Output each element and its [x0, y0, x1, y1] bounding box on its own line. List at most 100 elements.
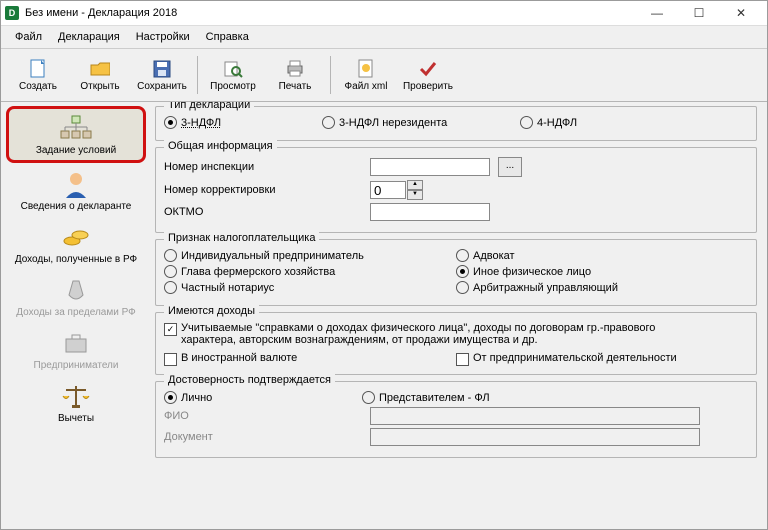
print-button[interactable]: Печать: [264, 53, 326, 97]
radio-notary[interactable]: Частный нотариус: [164, 281, 456, 294]
check-business[interactable]: От предпринимательской деятельности: [456, 352, 748, 366]
save-button[interactable]: Сохранить: [131, 53, 193, 97]
main-body: Задание условий Сведения о декларанте До…: [1, 102, 767, 529]
scales-icon: [59, 381, 93, 411]
minimize-button[interactable]: ―: [643, 4, 671, 22]
sidebar-item-label: Вычеты: [58, 413, 94, 424]
briefcase-icon: [59, 328, 93, 358]
check-icon: [418, 59, 438, 79]
save-icon: [152, 59, 172, 79]
label-inspection: Номер инспекции: [164, 161, 294, 173]
money-bag-icon: [59, 275, 93, 305]
group-legend: Достоверность подтверждается: [164, 374, 335, 386]
menu-file[interactable]: Файл: [7, 29, 50, 45]
radio-dot-icon: [164, 281, 177, 294]
new-file-icon: [28, 59, 48, 79]
radio-dot-icon: [164, 249, 177, 262]
group-legend: Тип декларации: [164, 102, 254, 111]
radio-4ndfl[interactable]: 4-НДФЛ: [520, 116, 577, 129]
sidebar-item-income-foreign[interactable]: Доходы за пределами РФ: [9, 271, 143, 322]
oktmo-input[interactable]: [370, 203, 490, 221]
sidebar-item-label: Сведения о декларанте: [21, 201, 132, 212]
checkbox-icon: [164, 323, 177, 336]
preview-button[interactable]: Просмотр: [202, 53, 264, 97]
xml-button[interactable]: Файл xml: [335, 53, 397, 97]
content-pane: Тип декларации 3-НДФЛ 3-НДФЛ нерезидента…: [151, 102, 767, 529]
group-legend: Имеются доходы: [164, 305, 259, 317]
radio-phys[interactable]: Иное физическое лицо: [456, 265, 748, 278]
spin-down-icon[interactable]: ▼: [407, 190, 423, 200]
group-legend: Признак налогоплательщика: [164, 232, 319, 244]
radio-3ndfl[interactable]: 3-НДФЛ: [164, 116, 314, 129]
folder-open-icon: [90, 59, 110, 79]
sidebar-item-income-rf[interactable]: Доходы, полученные в РФ: [9, 218, 143, 269]
checkbox-icon: [456, 353, 469, 366]
toolbar-sep: [197, 56, 198, 94]
inspection-input[interactable]: [370, 158, 490, 176]
radio-dot-icon: [456, 281, 469, 294]
sidebar-item-conditions[interactable]: Задание условий: [6, 106, 146, 163]
radio-dot-icon: [164, 116, 177, 129]
radio-dot-icon: [322, 116, 335, 129]
correction-input[interactable]: [370, 181, 406, 199]
group-income: Имеются доходы Учитываемые "справками о …: [155, 312, 757, 375]
radio-farm[interactable]: Глава фермерского хозяйства: [164, 265, 456, 278]
sidebar-item-label: Доходы за пределами РФ: [16, 307, 135, 318]
radio-self[interactable]: Лично: [164, 391, 354, 404]
toolbar: Создать Открыть Сохранить Просмотр Печат…: [1, 49, 767, 102]
menubar: Файл Декларация Настройки Справка: [1, 26, 767, 49]
window-controls: ― ☐ ✕: [643, 4, 763, 22]
xml-icon: [356, 59, 376, 79]
sidebar: Задание условий Сведения о декларанте До…: [1, 102, 151, 529]
person-icon: [59, 169, 93, 199]
label-oktmo: ОКТМО: [164, 206, 294, 218]
spin-up-icon[interactable]: ▲: [407, 180, 423, 190]
window-title: Без имени - Декларация 2018: [25, 7, 643, 19]
menu-settings[interactable]: Настройки: [128, 29, 198, 45]
check-button[interactable]: Проверить: [397, 53, 459, 97]
menu-help[interactable]: Справка: [198, 29, 257, 45]
toolbar-sep-2: [330, 56, 331, 94]
check-main-income[interactable]: Учитываемые "справками о доходах физичес…: [164, 322, 748, 346]
app-window: D Без имени - Декларация 2018 ― ☐ ✕ Файл…: [0, 0, 768, 530]
radio-dot-icon: [362, 391, 375, 404]
hierarchy-icon: [59, 113, 93, 143]
create-button[interactable]: Создать: [7, 53, 69, 97]
radio-3ndfl-nonres[interactable]: 3-НДФЛ нерезидента: [322, 116, 512, 129]
correction-spinner[interactable]: ▲▼: [370, 180, 423, 200]
radio-dot-icon: [520, 116, 533, 129]
radio-dot-icon: [456, 249, 469, 262]
doc-input: [370, 428, 700, 446]
sidebar-item-label: Задание условий: [36, 145, 116, 156]
menu-declaration[interactable]: Декларация: [50, 29, 128, 45]
radio-dot-icon: [456, 265, 469, 278]
group-legend: Общая информация: [164, 140, 277, 152]
fio-input: [370, 407, 700, 425]
label-correction: Номер корректировки: [164, 184, 294, 196]
titlebar: D Без имени - Декларация 2018 ― ☐ ✕: [1, 1, 767, 26]
group-payer: Признак налогоплательщика Индивидуальный…: [155, 239, 757, 306]
radio-ip[interactable]: Индивидуальный предприниматель: [164, 249, 456, 262]
label-doc: Документ: [164, 431, 234, 443]
checkbox-icon: [164, 353, 177, 366]
inspection-browse-button[interactable]: ...: [498, 157, 522, 177]
maximize-button[interactable]: ☐: [685, 4, 713, 22]
sidebar-item-declarant[interactable]: Сведения о декларанте: [9, 165, 143, 216]
app-icon: D: [5, 6, 19, 20]
sidebar-item-label: Доходы, полученные в РФ: [15, 254, 137, 265]
open-button[interactable]: Открыть: [69, 53, 131, 97]
radio-dot-icon: [164, 265, 177, 278]
coins-icon: [59, 222, 93, 252]
group-general: Общая информация Номер инспекции ... Ном…: [155, 147, 757, 233]
sidebar-item-label: Предприниматели: [34, 360, 119, 371]
group-decl-type: Тип декларации 3-НДФЛ 3-НДФЛ нерезидента…: [155, 106, 757, 141]
radio-rep[interactable]: Представителем - ФЛ: [362, 391, 490, 404]
sidebar-item-deductions[interactable]: Вычеты: [9, 377, 143, 428]
preview-icon: [223, 59, 243, 79]
radio-advocate[interactable]: Адвокат: [456, 249, 748, 262]
check-foreign-currency[interactable]: В иностранной валюте: [164, 352, 456, 366]
close-button[interactable]: ✕: [727, 4, 755, 22]
sidebar-item-entrepreneurs[interactable]: Предприниматели: [9, 324, 143, 375]
radio-arb[interactable]: Арбитражный управляющий: [456, 281, 748, 294]
radio-dot-icon: [164, 391, 177, 404]
